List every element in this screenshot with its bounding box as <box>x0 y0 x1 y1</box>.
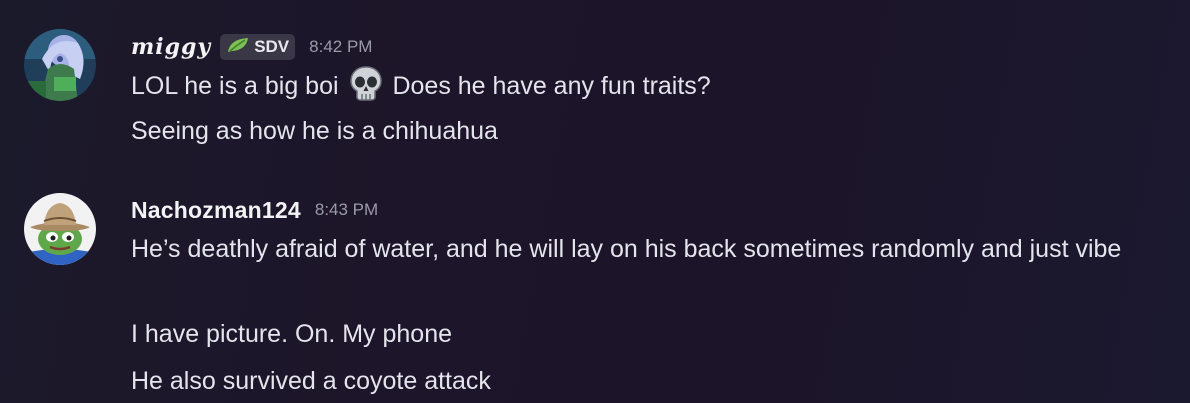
message-content: Seeing as how he is a chihuahua <box>131 117 498 145</box>
skull-emoji-icon <box>348 65 384 113</box>
timestamp[interactable]: 8:43 PM <box>315 200 378 220</box>
message-text: LOL he is a big boi <box>131 72 339 100</box>
message-content: He’s deathly afraid of water, and he wil… <box>131 235 1122 263</box>
message-content: I have picture. On. My phone <box>131 320 453 348</box>
message-header: miggy SDV 8:42 PM <box>131 34 372 60</box>
username[interactable]: miggy <box>131 34 211 60</box>
guild-tag-label: SDV <box>254 37 290 56</box>
message-content: He also survived a coyote attack <box>131 367 491 395</box>
timestamp[interactable]: 8:42 PM <box>309 37 372 57</box>
guild-tag[interactable]: SDV <box>220 34 296 60</box>
username[interactable]: Nachozman124 <box>131 197 301 224</box>
avatar[interactable] <box>24 193 96 265</box>
message-content: LOL he is a big boi Does he have any fun… <box>131 65 1171 113</box>
message-header: Nachozman124 8:43 PM <box>131 197 378 224</box>
leaf-icon <box>226 36 250 59</box>
avatar[interactable] <box>24 29 96 101</box>
message-text: Does he have any fun traits? <box>392 72 711 100</box>
